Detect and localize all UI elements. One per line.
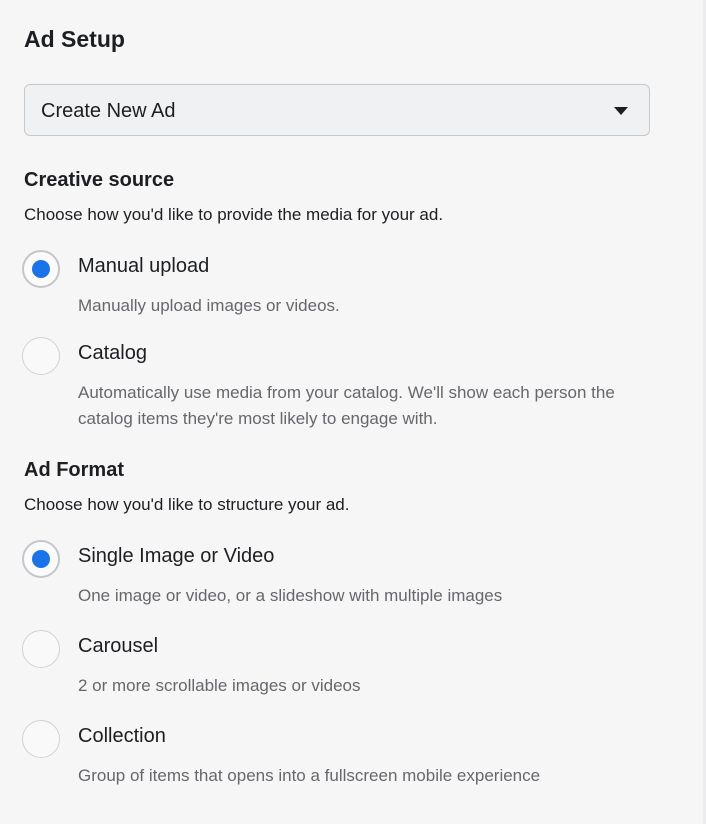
option-manual-upload[interactable]: Manual upload Manually upload images or … bbox=[22, 250, 662, 320]
creative-source-description: Choose how you'd like to provide the med… bbox=[24, 205, 444, 224]
option-single-image-or-video-description: One image or video, or a slideshow with … bbox=[78, 586, 503, 605]
radio-carousel[interactable] bbox=[22, 630, 60, 668]
option-single-image-or-video-label: Single Image or Video bbox=[78, 545, 275, 567]
radio-single-image-or-video[interactable] bbox=[22, 540, 60, 578]
option-collection-label: Collection bbox=[78, 725, 166, 747]
option-catalog[interactable]: Catalog Automatically use media from you… bbox=[22, 337, 662, 429]
ad-setup-dropdown[interactable]: Create New Ad bbox=[24, 84, 650, 136]
option-collection[interactable]: Collection Group of items that opens int… bbox=[22, 720, 662, 790]
ad-setup-title: Ad Setup bbox=[24, 26, 125, 52]
option-carousel-description: 2 or more scrollable images or videos bbox=[78, 676, 361, 695]
option-collection-description: Group of items that opens into a fullscr… bbox=[78, 766, 541, 785]
option-manual-upload-description: Manually upload images or videos. bbox=[78, 296, 340, 315]
option-carousel-label: Carousel bbox=[78, 635, 159, 657]
ad-format-description: Choose how you'd like to structure your … bbox=[24, 495, 350, 514]
ad-format-title: Ad Format bbox=[24, 459, 124, 481]
ad-setup-dropdown-value: Create New Ad bbox=[41, 100, 176, 122]
radio-collection[interactable] bbox=[22, 720, 60, 758]
option-carousel[interactable]: Carousel 2 or more scrollable images or … bbox=[22, 630, 662, 700]
caret-down-icon bbox=[614, 107, 628, 115]
radio-selected-dot bbox=[32, 260, 50, 278]
option-catalog-label: Catalog bbox=[78, 342, 147, 364]
radio-catalog[interactable] bbox=[22, 337, 60, 375]
creative-source-title: Creative source bbox=[24, 169, 175, 191]
radio-selected-dot bbox=[32, 550, 50, 568]
ad-setup-panel: Ad Setup Create New Ad Creative source C… bbox=[0, 0, 706, 824]
option-single-image-or-video[interactable]: Single Image or Video One image or video… bbox=[22, 540, 662, 610]
radio-manual-upload[interactable] bbox=[22, 250, 60, 288]
option-catalog-description: Automatically use media from your catalo… bbox=[78, 383, 615, 428]
option-manual-upload-label: Manual upload bbox=[78, 255, 210, 277]
